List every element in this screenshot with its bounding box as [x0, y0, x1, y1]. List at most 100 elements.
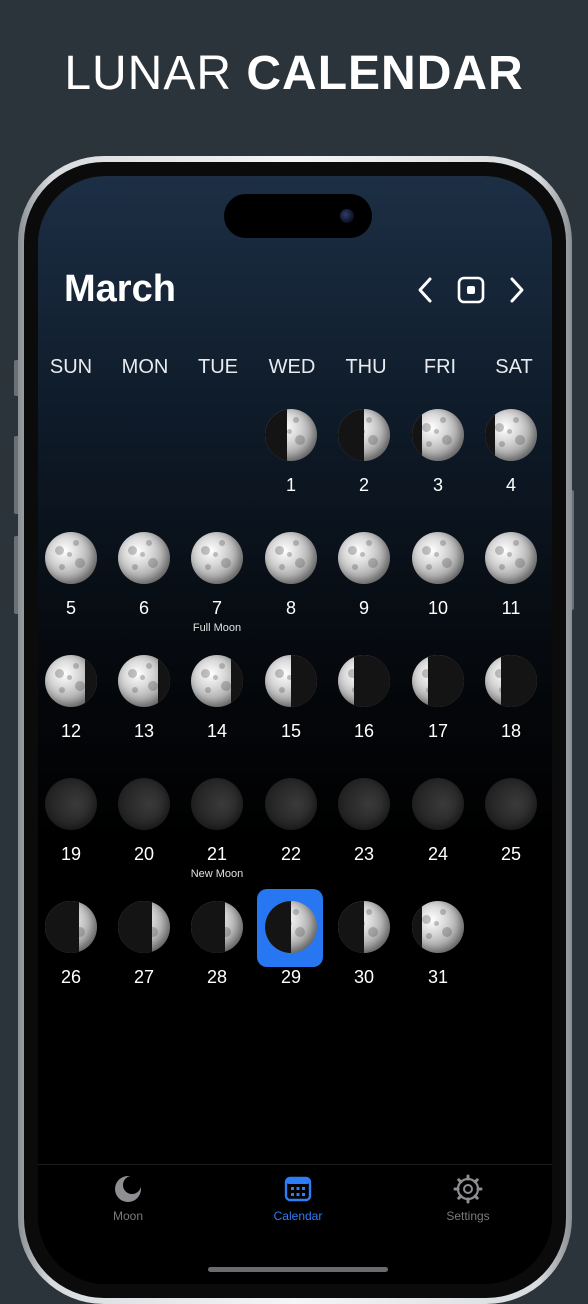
day-cell[interactable]: 25 — [476, 778, 546, 888]
day-number: 6 — [138, 598, 149, 618]
day-number: 27 — [133, 967, 155, 987]
moon-phase-icon — [118, 778, 170, 830]
day-number: 5 — [65, 598, 76, 618]
day-cell[interactable]: 29 — [256, 889, 326, 1011]
moon-phase-icon — [265, 409, 317, 461]
day-cell[interactable]: 24 — [403, 778, 473, 888]
gear-icon — [453, 1174, 483, 1204]
day-cell[interactable]: 4 — [476, 409, 546, 519]
day-cell[interactable]: 6 — [109, 532, 179, 642]
moon-phase-icon — [191, 778, 243, 830]
day-number: 11 — [501, 598, 521, 618]
day-cell[interactable]: 12 — [38, 655, 106, 765]
moon-phase-icon — [191, 655, 243, 707]
moon-phase-icon — [118, 901, 170, 953]
phase-note: New Moon — [190, 868, 244, 880]
phone-bezel: March SUN MON TUE WED THU FRI SAT 1 2 3 … — [24, 162, 566, 1298]
moon-phase-icon — [412, 901, 464, 953]
day-cell[interactable]: 7 Full Moon — [182, 532, 252, 642]
day-cell[interactable]: 10 — [403, 532, 473, 642]
day-number: 14 — [206, 721, 228, 741]
day-cell[interactable]: 3 — [403, 409, 473, 519]
day-number: 8 — [285, 598, 296, 618]
headline: LUNAR CALENDAR — [0, 46, 588, 101]
day-number: 1 — [285, 475, 296, 495]
day-number: 21 — [206, 844, 228, 864]
day-number: 16 — [353, 721, 375, 741]
day-cell[interactable]: 16 — [329, 655, 399, 765]
moon-phase-icon — [412, 778, 464, 830]
day-cell[interactable]: 21 New Moon — [182, 778, 252, 888]
calendar-icon — [284, 1176, 312, 1202]
moon-phase-icon — [485, 532, 537, 584]
day-number: 4 — [505, 475, 516, 495]
day-cell[interactable]: 9 — [329, 532, 399, 642]
moon-phase-icon — [338, 655, 390, 707]
day-cell[interactable]: 1 — [256, 409, 326, 519]
day-cell[interactable]: 8 — [256, 532, 326, 642]
day-number: 29 — [280, 967, 302, 987]
tab-calendar-label: Calendar — [273, 1209, 323, 1223]
day-cell[interactable]: 18 — [476, 655, 546, 765]
moon-phase-icon — [191, 901, 243, 953]
day-cell[interactable]: 27 — [109, 901, 179, 1011]
tab-settings[interactable]: Settings — [408, 1173, 528, 1223]
day-cell[interactable]: 5 — [38, 532, 106, 642]
day-cell[interactable]: 23 — [329, 778, 399, 888]
day-cell[interactable]: 26 — [38, 901, 106, 1011]
moon-phase-icon — [412, 532, 464, 584]
day-cell[interactable]: 13 — [109, 655, 179, 765]
day-number: 17 — [427, 721, 449, 741]
moon-phase-icon — [265, 532, 317, 584]
moon-phase-icon — [412, 655, 464, 707]
day-number: 24 — [427, 844, 449, 864]
day-number: 18 — [500, 721, 522, 741]
day-cell[interactable]: 17 — [403, 655, 473, 765]
day-cell[interactable]: 28 — [182, 901, 252, 1011]
day-number: 13 — [133, 721, 155, 741]
moon-phase-icon — [45, 532, 97, 584]
day-number: 23 — [353, 844, 375, 864]
phase-note: Full Moon — [192, 622, 242, 634]
moon-phase-icon — [338, 532, 390, 584]
day-number: 26 — [60, 967, 82, 987]
day-cell[interactable]: 31 — [403, 901, 473, 1011]
day-cell[interactable]: 30 — [329, 901, 399, 1011]
day-cell[interactable]: 15 — [256, 655, 326, 765]
day-number: 22 — [280, 844, 302, 864]
calendar-grid: 1 2 3 4 5 6 7 Full Moon 8 9 10 11 12 13 14 15 16 17 18 19 20… — [38, 176, 552, 1284]
day-cell[interactable]: 2 — [329, 409, 399, 519]
tab-settings-label: Settings — [446, 1209, 490, 1223]
day-cell[interactable]: 22 — [256, 778, 326, 888]
moon-phase-icon — [338, 901, 390, 953]
tab-bar: Moon Calendar Settings — [38, 1164, 552, 1284]
day-number: 2 — [358, 475, 369, 495]
day-cell[interactable]: 19 — [38, 778, 106, 888]
day-number: 20 — [133, 844, 155, 864]
day-number: 30 — [353, 967, 375, 987]
tab-moon[interactable]: Moon — [68, 1173, 188, 1223]
day-number: 9 — [358, 598, 369, 618]
tab-calendar[interactable]: Calendar — [238, 1173, 358, 1223]
headline-light: LUNAR — [64, 47, 233, 100]
moon-phase-icon — [265, 778, 317, 830]
home-indicator — [208, 1267, 388, 1272]
day-number: 19 — [60, 844, 82, 864]
day-cell[interactable]: 11 — [476, 532, 546, 642]
moon-phase-icon — [338, 409, 390, 461]
moon-phase-icon — [45, 901, 97, 953]
headline-bold: CALENDAR — [246, 47, 524, 100]
day-number: 3 — [432, 475, 443, 495]
day-number: 15 — [280, 721, 302, 741]
moon-phase-icon — [45, 655, 97, 707]
day-cell[interactable]: 20 — [109, 778, 179, 888]
day-number: 28 — [206, 967, 228, 987]
day-cell[interactable]: 14 — [182, 655, 252, 765]
moon-phase-icon — [485, 409, 537, 461]
moon-phase-icon — [485, 778, 537, 830]
moon-phase-icon — [265, 655, 317, 707]
day-number: 25 — [500, 844, 522, 864]
moon-phase-icon — [191, 532, 243, 584]
moon-phase-icon — [412, 409, 464, 461]
day-number: 10 — [427, 598, 449, 618]
